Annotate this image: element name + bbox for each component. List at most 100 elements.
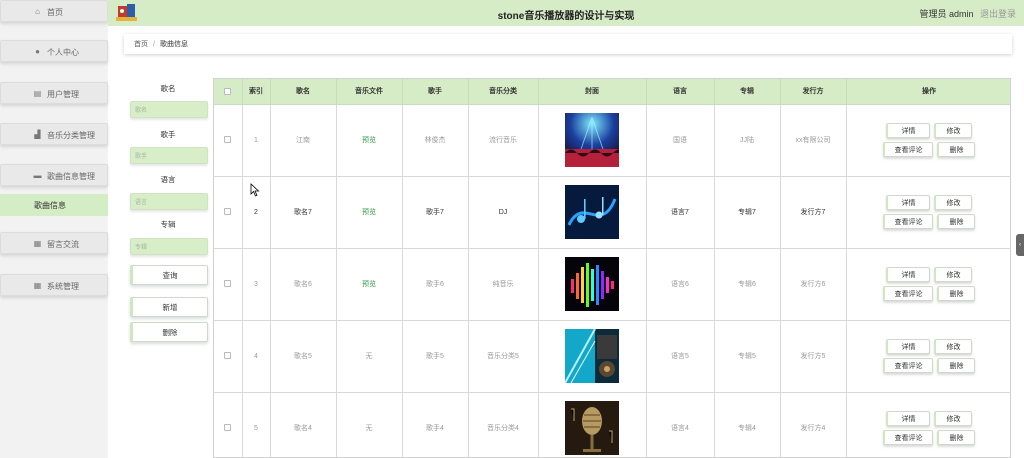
- row-actions: 详情 修改 查看评论 删除: [846, 176, 1010, 249]
- detail-button[interactable]: 详情: [886, 339, 930, 354]
- row-cover: [538, 104, 647, 177]
- top-header: stone音乐播放器的设计与实现 管理员 admin 退出登录: [108, 0, 1024, 26]
- sidebar-item-song-management[interactable]: ▬ 歌曲信息管理: [0, 164, 108, 186]
- row-checkbox[interactable]: [224, 208, 232, 216]
- sidebar-item-profile[interactable]: ● 个人中心: [0, 40, 108, 62]
- row-album: 专辑5: [714, 320, 781, 393]
- header-album: 专辑: [714, 79, 781, 105]
- language-input[interactable]: 语言: [130, 193, 208, 210]
- header-user-area: 管理员 admin 退出登录: [919, 7, 1016, 20]
- edit-button[interactable]: 修改: [934, 267, 972, 282]
- row-delete-button[interactable]: 删除: [937, 430, 975, 445]
- table-row: 4 歌名5 无歌手5 音乐分类5 语言5 专辑5 发行方5 详情 修改 查看评论 删除: [214, 320, 1010, 393]
- sidebar-subitem-song-info[interactable]: 歌曲信息: [0, 194, 108, 216]
- row-publisher: 发行方4: [780, 392, 847, 457]
- select-all-checkbox[interactable]: [224, 87, 232, 95]
- row-delete-button[interactable]: 删除: [937, 358, 975, 373]
- row-cover: [538, 176, 647, 249]
- row-checkbox[interactable]: [224, 424, 232, 432]
- row-category: 音乐分类5: [468, 320, 539, 393]
- cover-image: [565, 185, 619, 239]
- row-index: 1: [242, 104, 271, 177]
- row-music-file[interactable]: 预览: [336, 176, 403, 249]
- logout-link[interactable]: 退出登录: [980, 9, 1016, 19]
- detail-button[interactable]: 详情: [886, 411, 930, 426]
- sidebar-item-label: 歌曲信息管理: [47, 172, 95, 181]
- header-category: 音乐分类: [468, 79, 539, 105]
- view-comments-button[interactable]: 查看评论: [883, 142, 933, 157]
- row-singer: 歌手4: [402, 392, 469, 457]
- row-song-name: 江南: [270, 104, 337, 177]
- edit-button[interactable]: 修改: [934, 195, 972, 210]
- sidebar-item-label: 个人中心: [47, 48, 79, 57]
- header-singer: 歌手: [402, 79, 469, 105]
- view-comments-button[interactable]: 查看评论: [883, 430, 933, 445]
- row-singer: 歌手5: [402, 320, 469, 393]
- detail-button[interactable]: 详情: [886, 267, 930, 282]
- row-music-file[interactable]: 预览: [336, 104, 403, 177]
- row-song-name: 歌名4: [270, 392, 337, 457]
- singer-input[interactable]: 歌手: [130, 147, 208, 164]
- row-delete-button[interactable]: 删除: [937, 214, 975, 229]
- row-category: 流行音乐: [468, 104, 539, 177]
- edit-button[interactable]: 修改: [934, 339, 972, 354]
- row-cover: [538, 248, 647, 321]
- sidebar-item-music-category[interactable]: ▟ 音乐分类管理: [0, 123, 108, 145]
- sidebar-item-label: 系统管理: [47, 282, 79, 291]
- sidebar-item-system[interactable]: ▦ 系统管理: [0, 274, 108, 296]
- query-button[interactable]: 查询: [130, 265, 208, 285]
- delete-button[interactable]: 删除: [130, 322, 208, 342]
- row-checkbox[interactable]: [224, 280, 232, 288]
- row-music-file: 无: [336, 392, 403, 457]
- row-singer: 歌手7: [402, 176, 469, 249]
- header-language: 语言: [646, 79, 715, 105]
- row-checkbox[interactable]: [224, 136, 232, 144]
- row-index: 5: [242, 392, 271, 457]
- sidebar-item-message[interactable]: ▦ 留言交流: [0, 232, 108, 254]
- album-input[interactable]: 专辑: [130, 238, 208, 255]
- header-song-name: 歌名: [270, 79, 337, 105]
- row-select-cell[interactable]: [214, 176, 243, 249]
- row-song-name: 歌名7: [270, 176, 337, 249]
- row-select-cell[interactable]: [214, 392, 243, 457]
- row-actions: 详情 修改 查看评论 删除: [846, 104, 1010, 177]
- row-language: 国语: [646, 104, 715, 177]
- sidebar: ⌂ 首页 ● 个人中心 ▤ 用户管理 ▟ 音乐分类管理 ▬ 歌曲信息管理 歌曲信…: [0, 0, 108, 458]
- row-music-file[interactable]: 预览: [336, 248, 403, 321]
- row-delete-button[interactable]: 删除: [937, 286, 975, 301]
- edit-button[interactable]: 修改: [934, 123, 972, 138]
- view-comments-button[interactable]: 查看评论: [883, 214, 933, 229]
- row-category: 音乐分类4: [468, 392, 539, 457]
- row-select-cell[interactable]: [214, 104, 243, 177]
- row-album: JJ陆: [714, 104, 781, 177]
- cover-image: [565, 113, 619, 167]
- add-button[interactable]: 新增: [130, 297, 208, 317]
- row-select-cell[interactable]: [214, 248, 243, 321]
- cover-image: [565, 329, 619, 383]
- row-cover: [538, 320, 647, 393]
- edit-button[interactable]: 修改: [934, 411, 972, 426]
- header-actions: 操作: [846, 79, 1010, 105]
- detail-button[interactable]: 详情: [886, 195, 930, 210]
- sidebar-item-home[interactable]: ⌂ 首页: [0, 0, 108, 22]
- row-delete-button[interactable]: 删除: [937, 142, 975, 157]
- mouse-cursor-icon: [250, 183, 260, 197]
- row-language: 语言4: [646, 392, 715, 457]
- row-actions: 详情 修改 查看评论 删除: [846, 392, 1010, 457]
- card-icon: ▬: [33, 171, 42, 180]
- grid-icon: ▦: [33, 239, 42, 248]
- row-song-name: 歌名6: [270, 248, 337, 321]
- sidebar-item-users[interactable]: ▤ 用户管理: [0, 82, 108, 104]
- breadcrumb-current: 歌曲信息: [159, 41, 188, 48]
- row-select-cell[interactable]: [214, 320, 243, 393]
- row-index: 4: [242, 320, 271, 393]
- view-comments-button[interactable]: 查看评论: [883, 286, 933, 301]
- detail-button[interactable]: 详情: [886, 123, 930, 138]
- collapse-tab[interactable]: ‹: [1016, 234, 1024, 256]
- song-name-input[interactable]: 歌名: [130, 101, 208, 118]
- song-name-label: 歌名: [160, 84, 176, 93]
- breadcrumb-home[interactable]: 首页: [134, 39, 148, 49]
- row-checkbox[interactable]: [224, 352, 232, 360]
- header-select-all[interactable]: [214, 79, 243, 105]
- view-comments-button[interactable]: 查看评论: [883, 358, 933, 373]
